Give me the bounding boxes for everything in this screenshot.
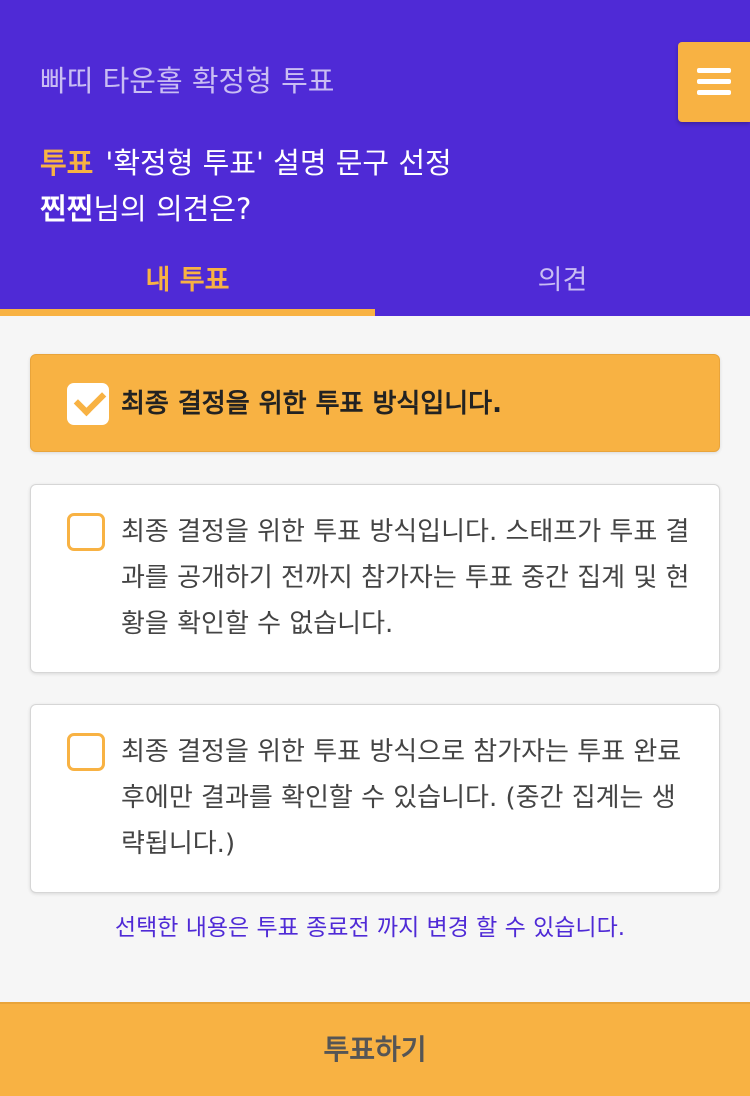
option-checkbox-checked[interactable] — [67, 383, 109, 425]
header: 빠띠 타운홀 확정형 투표 투표 '확정형 투표' 설명 문구 선정 찐찐님의 의… — [0, 0, 750, 316]
option-text: 최종 결정을 위한 투표 방식으로 참가자는 투표 완료 후에만 결과를 확인할… — [121, 737, 682, 859]
hamburger-menu-icon — [697, 68, 731, 96]
vote-option-2[interactable]: 최종 결정을 위한 투표 방식입니다. 스태프가 투표 결과를 공개하기 전까지… — [30, 484, 720, 673]
question-title-line: 투표 '확정형 투표' 설명 문구 선정 — [40, 140, 452, 182]
option-checkbox[interactable] — [67, 733, 105, 771]
menu-button[interactable] — [678, 42, 750, 122]
question-title: '확정형 투표' 설명 문구 선정 — [105, 146, 452, 180]
vote-option-1[interactable]: 최종 결정을 위한 투표 방식입니다. — [30, 354, 720, 452]
option-checkbox[interactable] — [67, 513, 105, 551]
user-nickname: 찐찐 — [40, 192, 94, 226]
tab-opinion[interactable]: 의견 — [375, 260, 750, 316]
tab-my-vote[interactable]: 내 투표 — [0, 260, 375, 316]
question-prompt: 찐찐님의 의견은? — [40, 186, 251, 228]
checkmark-icon — [73, 383, 107, 417]
change-notice: 선택한 내용은 투표 종료전 까지 변경 할 수 있습니다. — [114, 915, 626, 941]
vote-option-3[interactable]: 최종 결정을 위한 투표 방식으로 참가자는 투표 완료 후에만 결과를 확인할… — [30, 704, 720, 893]
option-text: 최종 결정을 위한 투표 방식입니다. — [121, 389, 502, 419]
option-text: 최종 결정을 위한 투표 방식입니다. 스태프가 투표 결과를 공개하기 전까지… — [121, 517, 690, 639]
vote-tag: 투표 — [40, 146, 94, 180]
submit-vote-button[interactable]: 투표하기 — [0, 1002, 750, 1096]
question-suffix: 님의 의견은? — [93, 192, 252, 226]
app-title: 빠띠 타운홀 확정형 투표 — [40, 64, 335, 98]
